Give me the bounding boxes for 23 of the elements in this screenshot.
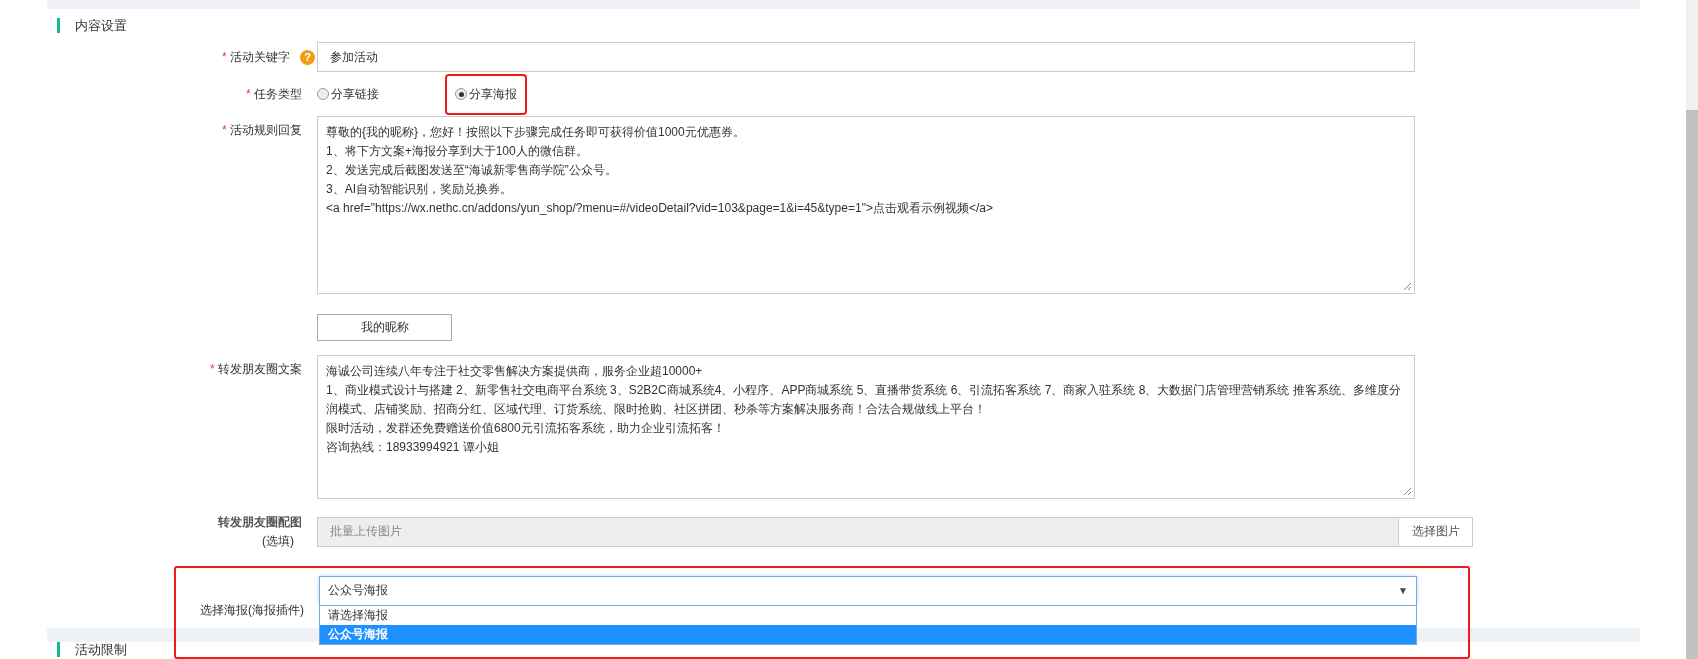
radio-button[interactable] [317, 88, 329, 101]
resize-handle-icon[interactable] [1403, 282, 1412, 291]
resize-handle-icon[interactable] [1403, 487, 1412, 496]
field-label: * 任务类型 [246, 85, 302, 103]
field-label: * 活动规则回复 [222, 122, 302, 139]
section-title: 活动限制 [75, 641, 127, 659]
field-label: 选择海报(海报插件) [200, 602, 304, 619]
rule-textarea[interactable]: 尊敬的{我的昵称}，您好！按照以下步骤完成任务即可获得价值1000元优惠券。 1、将下方文案+海报分享到大于100人的微信群。 2、发送完成后截图发送至“海诚新零售商学院”公众号。 3、AI自动智能识别，奖励兑换券。 <a href="https://wx.nethc.cn/addons/yun_shop/?menu=#/videoDetail?vid=103&page=1&i=45&type=1">点击观看示例视频</a> [317, 116, 1415, 294]
dropdown-option[interactable]: 请选择海报 [320, 606, 1416, 625]
field-label: 转发朋友圈配图 [218, 514, 302, 531]
moments-textarea[interactable]: 海诚公司连续八年专注于社交零售解决方案提供商，服务企业超10000+ 1、商业模式设计与搭建 2、新零售社交电商平台系统 3、S2B2C商城系统4、小程序、APP商城系统 5、直播带货系统 6、引流拓客系统 7、商家入驻系统 8、大数据门店管理营销系统 推客系统、多维度分润模式、店铺奖励、招商分红、区域代理、订货系统、限时抢购、社区拼团、秒杀等方案解决服务商！合法合规做线上平台！ 限时活动，发群还免费赠送价值6800元引流拓客系统，助力企业引流拓客！ 咨询热线：18933994921 谭小姐 [317, 355, 1415, 499]
scrollbar-thumb[interactable] [1686, 110, 1698, 659]
choose-image-button[interactable]: 选择图片 [1399, 517, 1473, 547]
field-label: * 活动关键字 [222, 48, 290, 66]
radio-label[interactable]: 分享链接 [331, 85, 379, 103]
keyword-input[interactable]: 参加活动 [317, 42, 1415, 73]
section-title: 内容设置 [75, 16, 127, 35]
poster-select[interactable]: 公众号海报 ▼ [319, 576, 1417, 606]
nickname-button[interactable]: 我的昵称 [317, 314, 452, 341]
radio-button[interactable] [455, 88, 467, 101]
radio-label[interactable]: 分享海报 [469, 85, 517, 103]
field-label: * 转发朋友圈文案 [210, 361, 302, 378]
field-note: (选填) [262, 533, 294, 550]
